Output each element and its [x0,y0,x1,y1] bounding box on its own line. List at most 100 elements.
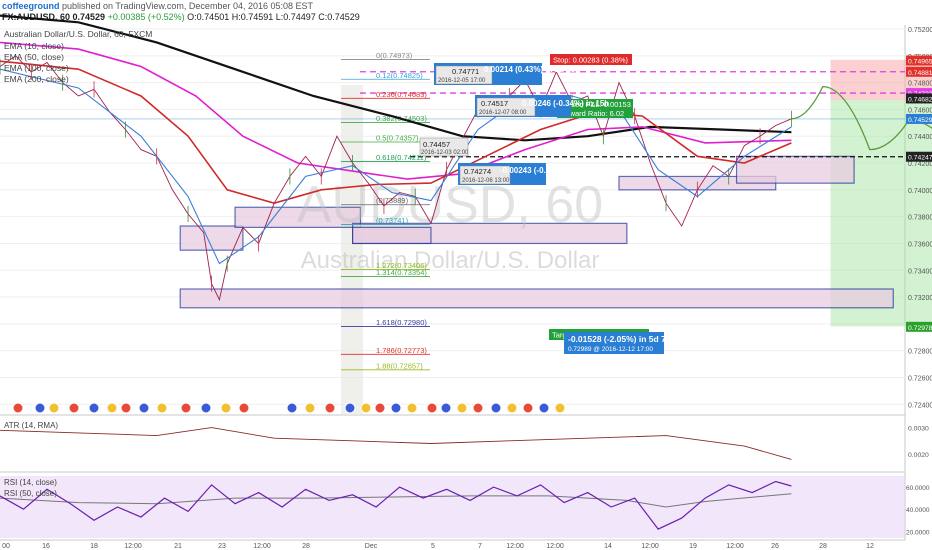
svg-text:0.74771: 0.74771 [452,67,479,76]
time-tick-0: 00 [2,543,10,550]
atr-tick-1: 0.0020 [908,452,929,459]
price-tick-4: 0.74400 [908,134,932,141]
event-icons[interactable] [12,402,566,414]
price-tag-4[interactable]: 0.74529 [908,117,932,124]
fib-label-12: 1.88(0.72657) [376,361,423,370]
fib-label-7: (0.73741) [376,216,409,225]
time-tick-6: 12:00 [253,543,271,550]
price-tick-6: 0.74000 [908,188,932,195]
event-flag-icon-19[interactable] [390,402,402,414]
time-tick-3: 12:00 [124,543,142,550]
event-flag-icon-13[interactable] [286,402,298,414]
fib-label-11: 1.786(0.72773) [376,346,427,355]
time-tick-15: 19 [689,543,697,550]
fib-label-10: 1.618(0.72980) [376,318,427,327]
price-tag-6[interactable]: 0.72978 [908,325,932,332]
event-flag-icon-17[interactable] [360,402,372,414]
svg-text:0.74457: 0.74457 [423,140,450,149]
event-flag-icon-21[interactable] [426,402,438,414]
time-tick-10: 7 [478,543,482,550]
event-flag-icon-26[interactable] [506,402,518,414]
event-flag-icon-4[interactable] [88,402,100,414]
event-flag-icon-6[interactable] [120,402,132,414]
svg-text:0.74517: 0.74517 [481,99,508,108]
price-tick-13: 0.72600 [908,375,932,382]
svg-text:2016-12-03 02:00: 2016-12-03 02:00 [421,150,469,156]
fib-label-1: 0.12(0.74825) [376,71,423,80]
event-flag-icon-27[interactable] [522,402,534,414]
supply-demand-zone-0[interactable] [179,288,894,309]
event-flag-icon-18[interactable] [374,402,386,414]
rsi14-label[interactable]: RSI (14, close) [4,478,57,487]
svg-text:2016-12-05 17:00: 2016-12-05 17:00 [438,78,486,84]
legend-ema200[interactable]: EMA (200, close) [4,74,69,84]
time-tick-2: 18 [90,543,98,550]
event-flag-icon-14[interactable] [304,402,316,414]
svg-text:0.74274: 0.74274 [464,167,491,176]
projection-box-5[interactable]: -0.01528 (-2.05%) in 5d 7h 0.72989 @ 201… [564,332,671,354]
rsi-tick-0: 60.0000 [906,485,930,492]
event-flag-icon-5[interactable] [106,402,118,414]
time-tick-1: 16 [42,543,50,550]
time-tick-13: 14 [604,543,612,550]
price-tick-0: 0.75200 [908,27,932,34]
time-tick-5: 23 [218,543,226,550]
stop-label[interactable]: Stop: 0.00283 (0.38%) [550,54,632,65]
event-flag-icon-7[interactable] [138,402,150,414]
price-tick-7: 0.73800 [908,215,932,222]
event-flag-icon-0[interactable] [12,402,24,414]
time-tick-17: 26 [771,543,779,550]
event-flag-icon-9[interactable] [180,402,192,414]
rsi-tick-2: 20.0000 [906,529,930,536]
legend-ema10[interactable]: EMA (10, close) [4,41,64,51]
event-flag-icon-22[interactable] [440,402,452,414]
rsi-tick-1: 40.0000 [906,507,930,514]
event-flag-icon-2[interactable] [48,402,60,414]
fib-label-2: 0.236(0.74683) [376,90,427,99]
svg-text:0.00246 (-0.34%) in 15h: 0.00246 (-0.34%) in 15h [522,99,609,108]
event-flag-icon-24[interactable] [472,402,484,414]
atr-line[interactable] [0,427,792,460]
chart-root: coffeeground published on TradingView.co… [0,0,932,550]
watermark-name: Australian Dollar/U.S. Dollar [301,247,600,274]
price-tag-3[interactable]: 0.74682 [908,96,932,103]
time-tick-12: 12:00 [546,543,564,550]
svg-text:0.00214 (0.43%) in 2d 15h: 0.00214 (0.43%) in 2d 15h [484,65,580,74]
event-flag-icon-3[interactable] [68,402,80,414]
price-tag-0[interactable]: 0.74965 [908,59,932,66]
rsi-band [0,476,905,538]
time-tick-19: 12 [866,543,874,550]
time-tick-9: 5 [431,543,435,550]
svg-text:-0.00243 (-0.33%) in 20h: -0.00243 (-0.33%) in 20h [500,166,590,175]
event-flag-icon-11[interactable] [220,402,232,414]
atr-label[interactable]: ATR (14, RMA) [4,421,58,430]
event-flag-icon-12[interactable] [238,402,250,414]
time-tick-18: 28 [819,543,827,550]
event-flag-icon-28[interactable] [538,402,550,414]
price-tag-5[interactable]: 0.74247 [908,155,932,162]
event-flag-icon-29[interactable] [554,402,566,414]
event-flag-icon-10[interactable] [200,402,212,414]
price-tick-2: 0.74800 [908,81,932,88]
svg-text:2016-12-06 13:00: 2016-12-06 13:00 [462,178,510,184]
price-tick-9: 0.73400 [908,268,932,275]
legend-title: Australian Dollar/U.S. Dollar, 60, FXCM [4,29,152,39]
svg-text:-0.01528 (-2.05%) in 5d 7h: -0.01528 (-2.05%) in 5d 7h [568,334,671,344]
event-flag-icon-16[interactable] [344,402,356,414]
event-flag-icon-20[interactable] [406,402,418,414]
supply-demand-zone-6[interactable] [735,155,855,184]
price-tick-10: 0.73200 [908,295,932,302]
fib-label-4: 0.5(0.74357) [376,134,419,143]
rsi50-label[interactable]: RSI (50, close) [4,489,57,498]
event-flag-icon-25[interactable] [490,402,502,414]
price-chart[interactable]: AUDUSD, 60 Australian Dollar/U.S. Dollar… [0,0,932,550]
time-axis[interactable]: 00 16 18 12:00 21 23 12:00 28 Dec 5 7 12:00 12:00 14 1… [2,543,874,550]
event-flag-icon-15[interactable] [324,402,336,414]
event-flag-icon-1[interactable] [34,402,46,414]
legend-ema50[interactable]: EMA (50, close) [4,52,64,62]
price-tag-1[interactable]: 0.74881 [908,70,932,77]
legend-ema100[interactable]: EMA (100, close) [4,63,69,73]
projection-box-3[interactable]: 0.74457 2016-12-03 02:00 [419,137,469,157]
event-flag-icon-23[interactable] [456,402,468,414]
event-flag-icon-8[interactable] [156,402,168,414]
